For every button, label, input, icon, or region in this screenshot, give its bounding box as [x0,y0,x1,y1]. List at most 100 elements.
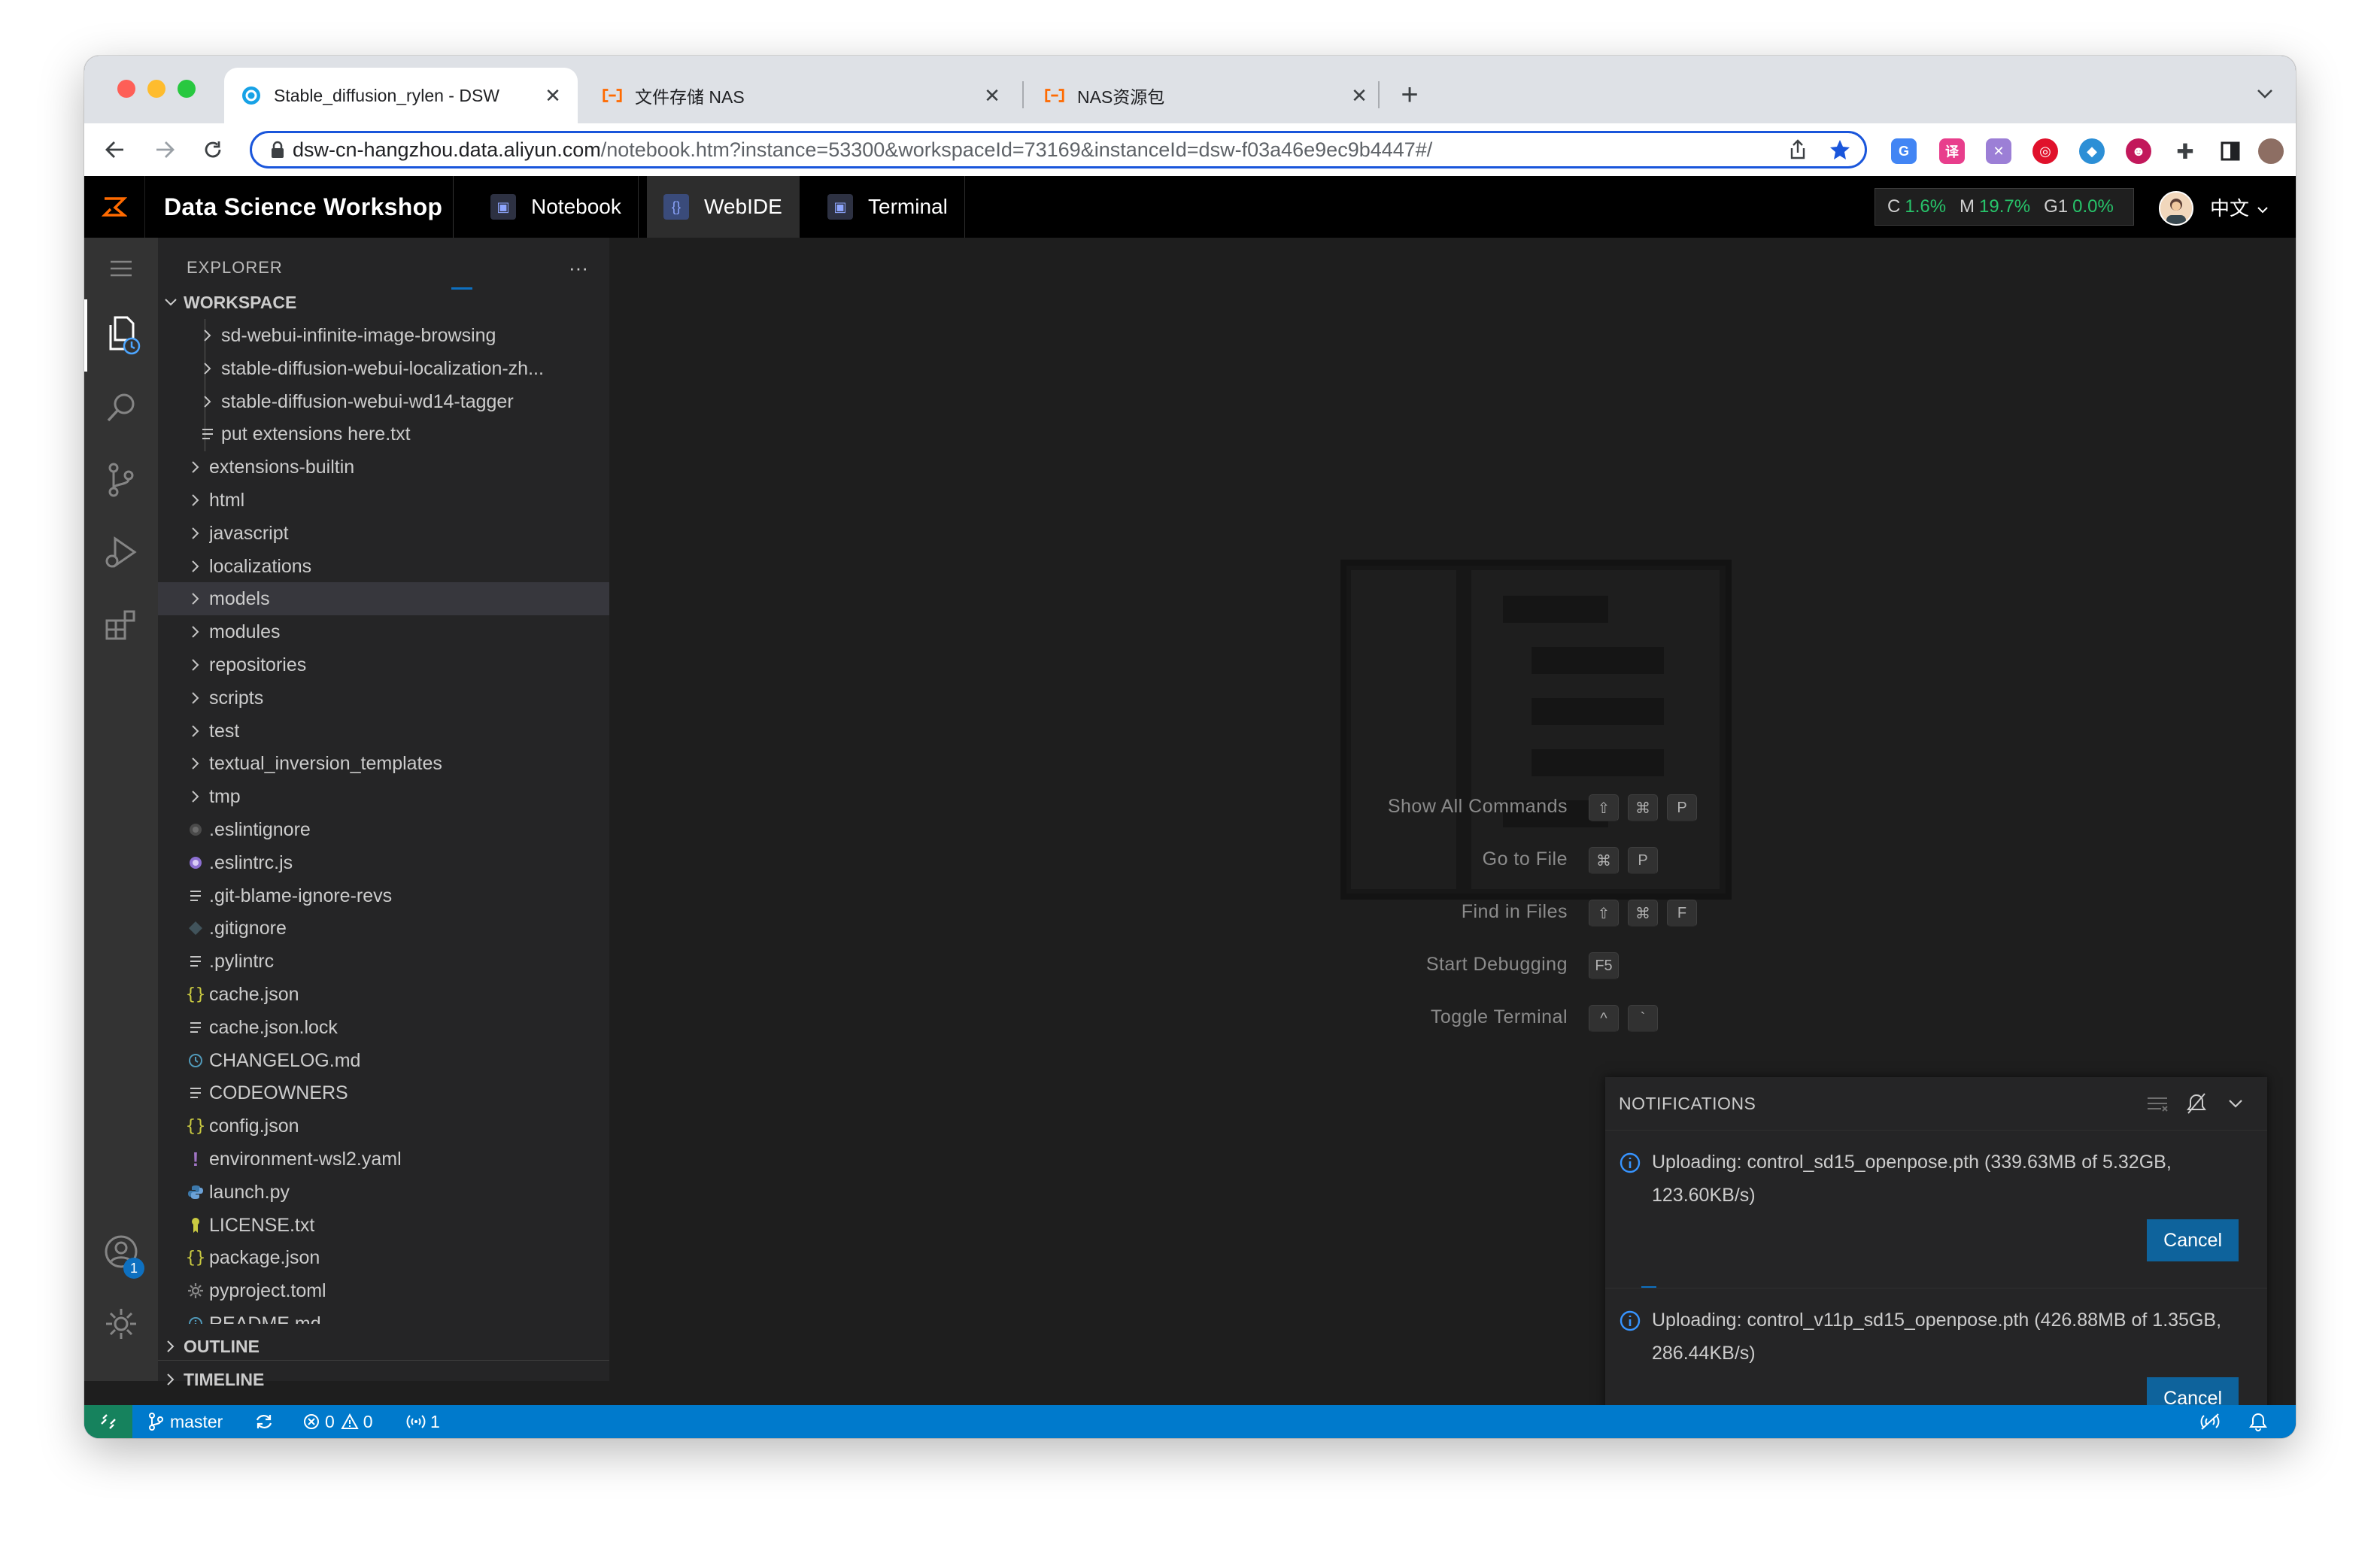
tree-item-label: modules [209,621,281,642]
json-icon: {} [185,1116,206,1136]
git-branch-status[interactable]: master [147,1405,223,1438]
translate-extension-icon[interactable]: G [1891,138,1917,164]
tree-file-row[interactable]: launch.py [158,1176,609,1209]
run-debug-icon[interactable] [84,516,158,588]
tree-file-row[interactable]: .eslintignore [158,813,609,846]
explorer-files-icon[interactable] [84,299,158,372]
clear-all-notifications-icon[interactable] [2138,1084,2177,1123]
shield-extension-icon[interactable]: ◆ [2079,138,2105,164]
cancel-upload-button[interactable]: Cancel [2147,1219,2239,1261]
tree-folder-row[interactable]: extensions-builtin [158,451,609,484]
browser-tab-nas[interactable]: 文件存储 NAS ✕ [585,68,1017,123]
tree-item-label: tmp [209,785,241,807]
chat-extension-icon[interactable]: ☻ [2126,138,2151,164]
tree-file-row[interactable]: .pylintrc [158,945,609,978]
tree-file-row[interactable]: .gitignore [158,912,609,945]
user-avatar[interactable] [2159,191,2193,226]
tree-folder-row[interactable]: textual_inversion_templates [158,747,609,780]
forward-arrow-icon[interactable] [147,132,182,167]
workspace-section-header[interactable]: WORKSPACE [158,287,609,317]
dsw-logo-icon[interactable] [84,176,145,238]
tree-folder-row[interactable]: html [158,484,609,517]
tree-folder-row[interactable]: stable-diffusion-webui-localization-zh..… [158,352,609,385]
close-tab-icon[interactable]: ✕ [981,84,1003,107]
tree-file-row[interactable]: cache.json.lock [158,1011,609,1044]
tab-search-chevron-icon[interactable] [2254,83,2276,105]
menu-hamburger-icon[interactable] [84,242,158,295]
tree-file-row[interactable]: {} cache.json [158,978,609,1011]
browser-toolbar: dsw-cn-hangzhou.data.aliyun.com/notebook… [84,123,2296,177]
close-window-button[interactable] [117,80,135,98]
close-tab-icon[interactable]: ✕ [542,84,564,107]
do-not-disturb-bell-slash-icon[interactable] [2177,1084,2216,1123]
notebook-icon: ▣ [490,194,516,220]
tree-file-row[interactable]: CHANGELOG.md [158,1044,609,1077]
tree-folder-row[interactable]: sd-webui-infinite-image-browsing [158,319,609,352]
address-bar[interactable]: dsw-cn-hangzhou.data.aliyun.com/notebook… [250,131,1867,168]
more-actions-icon[interactable]: ··· [569,248,588,287]
tree-file-row[interactable]: {} package.json [158,1241,609,1274]
timeline-section-header[interactable]: TIMELINE [158,1363,609,1396]
lock-icon[interactable] [263,141,293,159]
source-control-icon[interactable] [84,444,158,516]
ports-status[interactable]: 1 [406,1405,440,1438]
browser-tab-dsw[interactable]: Stable_diffusion_rylen - DSW ✕ [224,68,578,123]
chevron-right-icon [194,362,221,375]
resource-usage-indicator[interactable]: C 1.6% M 19.7% G1 0.0% [1875,188,2134,226]
tree-file-row[interactable]: .eslintrc.js [158,846,609,879]
outline-section-header[interactable]: OUTLINE [158,1331,609,1361]
language-label: 中文 [2210,196,2250,220]
tree-file-row[interactable]: ! environment-wsl2.yaml [158,1143,609,1176]
search-icon[interactable] [84,372,158,444]
reload-icon[interactable] [196,132,230,167]
chevron-right-icon [182,658,209,672]
close-tab-icon[interactable]: ✕ [1348,84,1371,107]
toml-gear-icon [182,1282,209,1299]
tree-folder-row[interactable]: modules [158,615,609,648]
language-selector[interactable]: 中文 [2210,176,2269,238]
tree-folder-row[interactable]: stable-diffusion-webui-wd14-tagger [158,385,609,418]
remote-indicator-icon[interactable] [84,1405,132,1438]
tab-notebook[interactable]: ▣ Notebook [474,176,639,238]
bookmark-star-icon[interactable] [1823,132,1857,167]
tree-file-row[interactable]: put extensions here.txt [158,417,609,451]
settings-gear-icon[interactable] [84,1288,158,1360]
tree-folder-row[interactable]: test [158,715,609,748]
cat-extension-icon[interactable]: ✕ [1986,138,2011,164]
dictionary-extension-icon[interactable]: 译 [1939,138,1965,164]
extensions-icon[interactable] [84,588,158,660]
broadcast-off-icon[interactable] [2199,1405,2221,1438]
new-tab-button[interactable]: + [1393,78,1426,111]
sync-icon[interactable] [254,1405,274,1438]
sidepanel-icon[interactable] [2218,138,2243,164]
tree-file-row[interactable]: LICENSE.txt [158,1209,609,1242]
accounts-icon[interactable]: 1 [84,1216,158,1288]
collapse-notifications-chevron-icon[interactable] [2216,1084,2255,1123]
tree-folder-row[interactable]: tmp [158,780,609,813]
tree-item-label: README.md [209,1313,321,1325]
problems-status[interactable]: 0 0 [302,1405,373,1438]
minimize-window-button[interactable] [147,80,165,98]
tree-folder-row[interactable]: repositories [158,648,609,681]
chevron-right-icon [158,1340,184,1353]
tree-folder-row[interactable]: javascript [158,517,609,550]
maximize-window-button[interactable] [178,80,196,98]
target-extension-icon[interactable]: ◎ [2032,138,2058,164]
browser-tab-nas-package[interactable]: NAS资源包 ✕ [1028,68,1384,123]
tree-file-row[interactable]: README.md [158,1307,609,1324]
tree-file-row[interactable]: .git-blame-ignore-revs [158,879,609,912]
tree-file-row[interactable]: pyproject.toml [158,1274,609,1307]
notifications-bell-icon[interactable] [2249,1405,2267,1438]
tree-file-row[interactable]: {} config.json [158,1109,609,1143]
tree-folder-row[interactable]: models [158,582,609,615]
tree-folder-row[interactable]: scripts [158,681,609,715]
profile-avatar[interactable] [2258,138,2284,164]
tree-folder-row[interactable]: localizations [158,550,609,583]
share-icon[interactable] [1780,132,1815,167]
tree-file-row[interactable]: CODEOWNERS [158,1076,609,1109]
puzzle-extensions-icon[interactable]: ✚ [2172,138,2198,164]
back-arrow-icon[interactable] [98,132,132,167]
tab-terminal[interactable]: ▣ Terminal [811,176,965,238]
json-icon: {} [185,1248,206,1267]
tab-webide[interactable]: {} WebIDE [647,176,800,238]
